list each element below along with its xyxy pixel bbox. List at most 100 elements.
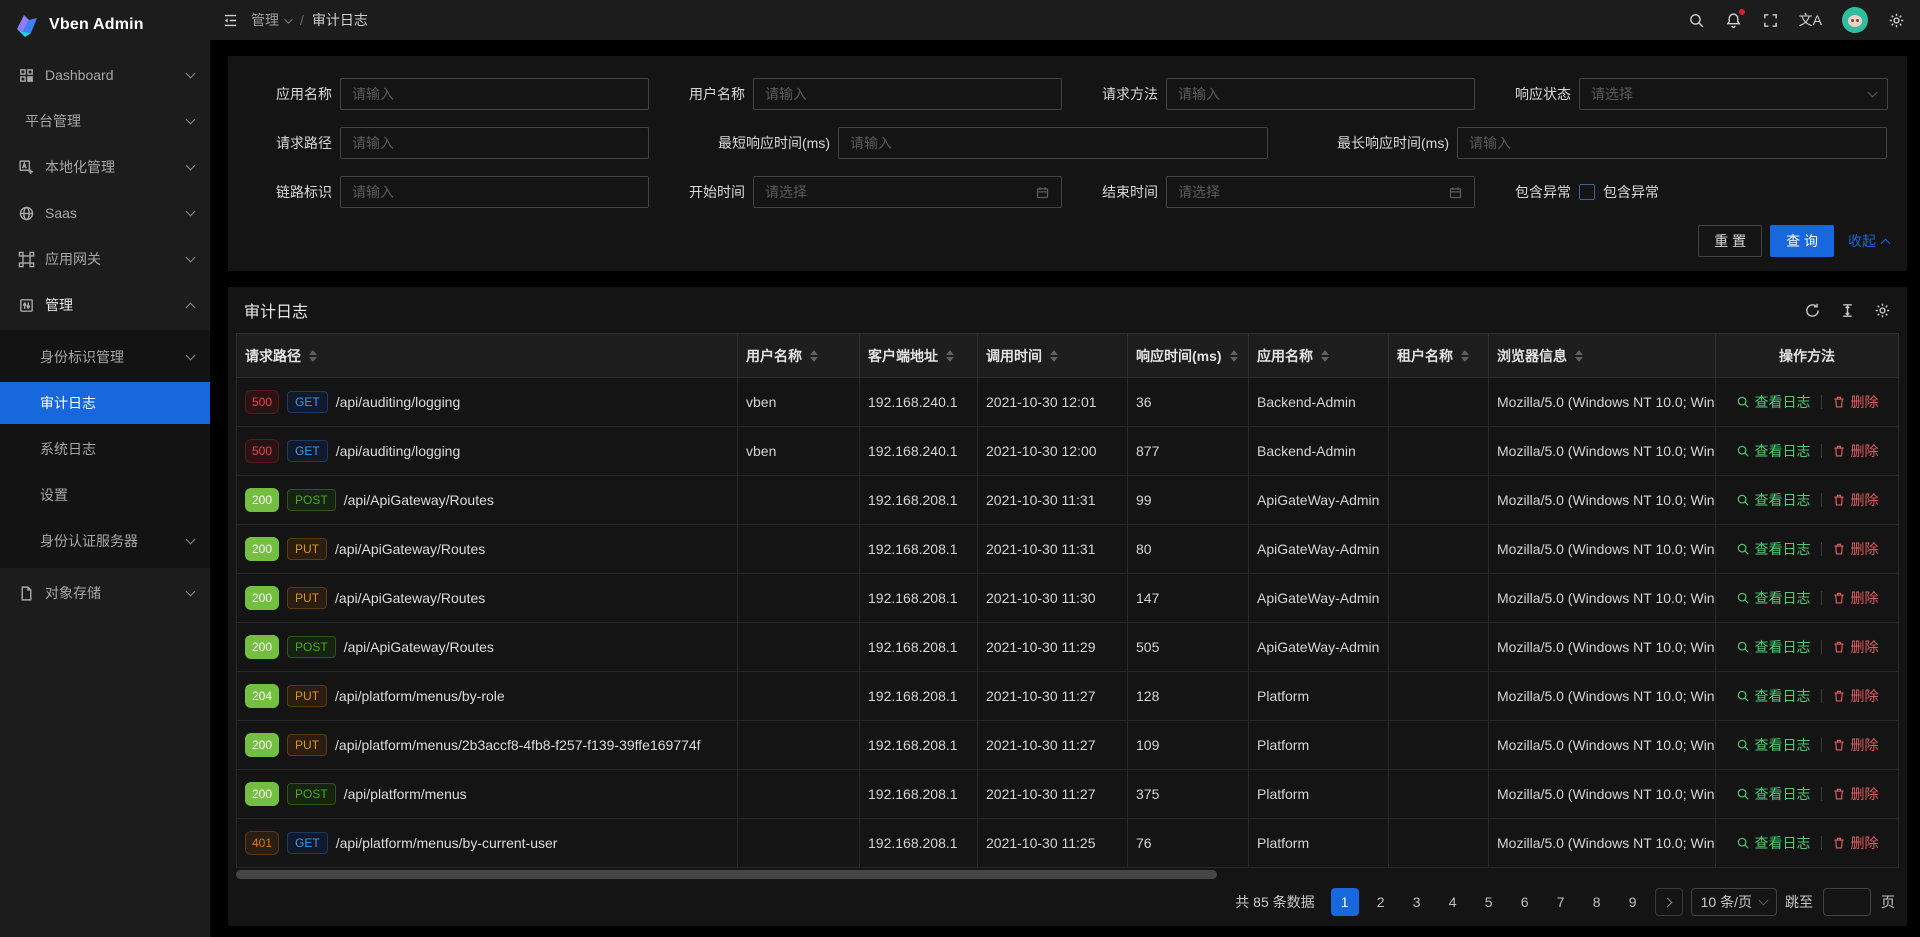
delete-button[interactable]: 删除 — [1832, 833, 1879, 853]
page-button-3[interactable]: 3 — [1403, 888, 1431, 916]
view-log-button[interactable]: 查看日志 — [1736, 784, 1811, 804]
min-elapsed-input[interactable] — [850, 135, 1256, 151]
reset-button[interactable]: 重 置 — [1698, 225, 1762, 257]
sort-carets-icon[interactable] — [946, 350, 954, 362]
sidebar-item-label: 审计日志 — [40, 393, 194, 413]
status-badge: 500 — [245, 439, 279, 463]
sort-carets-icon[interactable] — [810, 350, 818, 362]
delete-button[interactable]: 删除 — [1832, 441, 1879, 461]
column-header[interactable]: 请求路径 — [237, 334, 738, 378]
column-header[interactable]: 客户端地址 — [860, 334, 978, 378]
sidebar-item-gateway[interactable]: 应用网关 — [0, 238, 210, 280]
view-log-button[interactable]: 查看日志 — [1736, 637, 1811, 657]
view-log-button[interactable]: 查看日志 — [1736, 539, 1811, 559]
jump-page-input[interactable] — [1823, 888, 1871, 916]
start-time-picker[interactable]: 请选择 — [753, 176, 1062, 208]
cell-elapsed: 109 — [1128, 721, 1249, 770]
collapse-link[interactable]: 收起 — [1848, 231, 1889, 251]
max-elapsed-input[interactable] — [1469, 135, 1875, 151]
cell-time: 2021-10-30 12:00 — [978, 427, 1128, 476]
app-logo[interactable]: Vben Admin — [0, 0, 210, 50]
breadcrumb-parent[interactable]: 管理 — [251, 10, 292, 30]
sort-carets-icon[interactable] — [1050, 350, 1058, 362]
delete-button[interactable]: 删除 — [1832, 539, 1879, 559]
http-method-input[interactable] — [1178, 86, 1463, 102]
page-button-4[interactable]: 4 — [1439, 888, 1467, 916]
sidebar-item-settings[interactable]: 设置 — [0, 474, 210, 516]
column-header[interactable]: 租户名称 — [1389, 334, 1489, 378]
page-button-9[interactable]: 9 — [1619, 888, 1647, 916]
sidebar-item-management[interactable]: 管理 — [0, 284, 210, 326]
sidebar-item-audit-log[interactable]: 审计日志 — [0, 382, 210, 424]
translate-icon[interactable]: 文A — [1799, 13, 1822, 27]
view-log-button[interactable]: 查看日志 — [1736, 490, 1811, 510]
column-header[interactable]: 应用名称 — [1249, 334, 1389, 378]
view-log-button[interactable]: 查看日志 — [1736, 833, 1811, 853]
sidebar-item-system-log[interactable]: 系统日志 — [0, 428, 210, 470]
page-button-8[interactable]: 8 — [1583, 888, 1611, 916]
query-button[interactable]: 查 询 — [1770, 225, 1834, 257]
app-name-input[interactable] — [352, 86, 637, 102]
search-icon[interactable] — [1688, 12, 1705, 29]
sort-carets-icon[interactable] — [309, 350, 317, 362]
view-log-button[interactable]: 查看日志 — [1736, 588, 1811, 608]
sidebar-item-saas[interactable]: Saas — [0, 192, 210, 234]
row-height-icon[interactable] — [1839, 302, 1856, 319]
sort-carets-icon[interactable] — [1230, 350, 1238, 362]
sidebar-item-identity[interactable]: 身份标识管理 — [0, 336, 210, 378]
sort-carets-icon[interactable] — [1575, 350, 1583, 362]
sidebar-item-platform[interactable]: 平台管理 — [0, 100, 210, 142]
page-button-1[interactable]: 1 — [1331, 888, 1359, 916]
chevron-down-icon — [1759, 896, 1769, 906]
page-button-6[interactable]: 6 — [1511, 888, 1539, 916]
sidebar-item-localization[interactable]: 本地化管理 — [0, 146, 210, 188]
delete-button[interactable]: 删除 — [1832, 686, 1879, 706]
column-header[interactable]: 浏览器信息 — [1489, 334, 1716, 378]
page-size-select[interactable]: 10 条/页 — [1691, 888, 1777, 916]
sidebar-item-label: 身份标识管理 — [40, 347, 187, 367]
sidebar-item-auth-server[interactable]: 身份认证服务器 — [0, 520, 210, 562]
trash-icon — [1832, 836, 1846, 850]
scrollbar-thumb[interactable] — [236, 870, 1217, 879]
next-page-button[interactable] — [1655, 888, 1683, 916]
trash-icon — [1832, 738, 1846, 752]
page-button-5[interactable]: 5 — [1475, 888, 1503, 916]
delete-button[interactable]: 删除 — [1832, 490, 1879, 510]
sidebar-item-object-storage[interactable]: 对象存储 — [0, 572, 210, 614]
cell-app: ApiGateWay-Admin — [1249, 623, 1389, 672]
column-header[interactable]: 调用时间 — [978, 334, 1128, 378]
response-status-select[interactable]: 请选择 — [1579, 78, 1888, 110]
delete-button[interactable]: 删除 — [1832, 588, 1879, 608]
bell-icon[interactable] — [1725, 12, 1742, 29]
delete-button[interactable]: 删除 — [1832, 637, 1879, 657]
page-button-7[interactable]: 7 — [1547, 888, 1575, 916]
avatar[interactable] — [1842, 7, 1868, 33]
view-log-button[interactable]: 查看日志 — [1736, 735, 1811, 755]
sidebar-item-dashboard[interactable]: Dashboard — [0, 54, 210, 96]
refresh-icon[interactable] — [1804, 302, 1821, 319]
delete-button[interactable]: 删除 — [1832, 735, 1879, 755]
sort-carets-icon[interactable] — [1461, 350, 1469, 362]
user-name-input[interactable] — [765, 86, 1050, 102]
delete-button[interactable]: 删除 — [1832, 784, 1879, 804]
fullscreen-icon[interactable] — [1762, 12, 1779, 29]
status-badge: 500 — [245, 390, 279, 414]
menu-fold-icon[interactable] — [222, 12, 239, 29]
view-log-button[interactable]: 查看日志 — [1736, 392, 1811, 412]
page-button-2[interactable]: 2 — [1367, 888, 1395, 916]
field-user-name: 用户名称 — [649, 78, 1062, 110]
end-time-picker[interactable]: 请选择 — [1166, 176, 1475, 208]
horizontal-scrollbar — [236, 870, 1898, 879]
view-log-button[interactable]: 查看日志 — [1736, 686, 1811, 706]
column-header[interactable]: 响应时间(ms) — [1128, 334, 1249, 378]
gear-icon[interactable] — [1888, 12, 1905, 29]
has-exception-checkbox[interactable] — [1579, 184, 1595, 200]
view-log-button[interactable]: 查看日志 — [1736, 441, 1811, 461]
trace-id-input[interactable] — [352, 184, 637, 200]
delete-button[interactable]: 删除 — [1832, 392, 1879, 412]
column-header[interactable]: 用户名称 — [738, 334, 860, 378]
view-log-icon — [1736, 738, 1750, 752]
table-settings-icon[interactable] — [1874, 302, 1891, 319]
request-path-input[interactable] — [352, 135, 637, 151]
sort-carets-icon[interactable] — [1321, 350, 1329, 362]
